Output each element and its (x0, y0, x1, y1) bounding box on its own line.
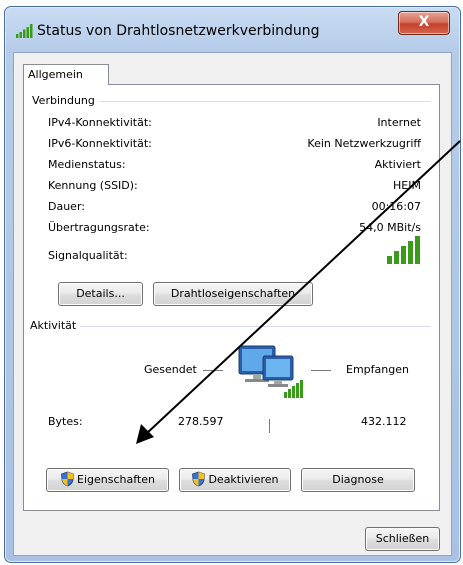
group-divider-aktivitaet (34, 326, 431, 327)
sent-line (203, 370, 223, 371)
window-title: Status von Drahtlosnetzwerkverbindung (37, 23, 320, 39)
label-ssid: Kennung (SSID): (48, 179, 138, 192)
details-button[interactable]: Details... (58, 282, 143, 306)
diagnose-button[interactable]: Diagnose (301, 468, 415, 492)
disable-button-label: Deaktivieren (208, 473, 279, 486)
dialog-window: Status von Drahtlosnetzwerkverbindung X … (4, 6, 461, 563)
value-bytes-sent: 278.597 (178, 415, 224, 428)
value-ipv6: Kein Netzwerkzugriff (307, 137, 421, 150)
close-icon: X (418, 14, 430, 30)
title-bar[interactable]: Status von Drahtlosnetzwerkverbindung X (5, 7, 460, 49)
label-medienstatus: Medienstatus: (48, 158, 126, 171)
close-button[interactable]: Schließen (365, 527, 440, 551)
value-bytes-received: 432.112 (361, 415, 407, 428)
signal-strength-icon (387, 236, 420, 264)
properties-button-label: Eigenschaften (77, 473, 155, 486)
signal-bar (408, 241, 413, 264)
tab-panel-allgemein: Verbindung IPv4-Konnektivität: Internet … (23, 84, 440, 511)
label-ipv4: IPv4-Konnektivität: (48, 116, 152, 129)
group-title-verbindung: Verbindung (32, 94, 99, 107)
properties-button[interactable]: Eigenschaften (46, 468, 169, 492)
signal-bar (394, 251, 399, 264)
uac-shield-icon (192, 471, 206, 487)
label-bytes: Bytes: (48, 415, 83, 428)
bytes-divider (269, 419, 270, 433)
disable-button[interactable]: Deaktivieren (179, 468, 291, 492)
label-uebertragungsrate: Übertragungsrate: (48, 221, 150, 234)
value-dauer: 00:16:07 (371, 200, 421, 213)
signal-bar (415, 236, 420, 264)
value-medienstatus: Aktiviert (374, 158, 421, 171)
group-title-aktivitaet: Aktivität (30, 319, 81, 332)
tab-allgemein[interactable]: Allgemein (23, 64, 109, 85)
wireless-properties-button[interactable]: Drahtloseigenschaften (153, 282, 313, 306)
signal-bar (401, 246, 406, 264)
value-uebertragungsrate: 54,0 MBit/s (359, 221, 421, 234)
close-window-button[interactable]: X (398, 11, 450, 35)
label-empfangen: Empfangen (346, 363, 409, 376)
value-ssid: HEIM (393, 179, 421, 192)
label-ipv6: IPv6-Konnektivität: (48, 137, 152, 150)
label-signalqualitaet: Signalqualität: (48, 249, 128, 262)
signal-bar (387, 256, 392, 264)
wireless-signal-icon (16, 24, 33, 38)
label-dauer: Dauer: (48, 200, 85, 213)
uac-shield-icon (61, 471, 74, 487)
value-ipv4: Internet (377, 116, 421, 129)
label-gesendet: Gesendet (144, 363, 197, 376)
dialog-client-area: Allgemein Verbindung IPv4-Konnektivität:… (13, 52, 452, 556)
network-computers-icon (238, 345, 303, 398)
received-line (311, 370, 331, 371)
